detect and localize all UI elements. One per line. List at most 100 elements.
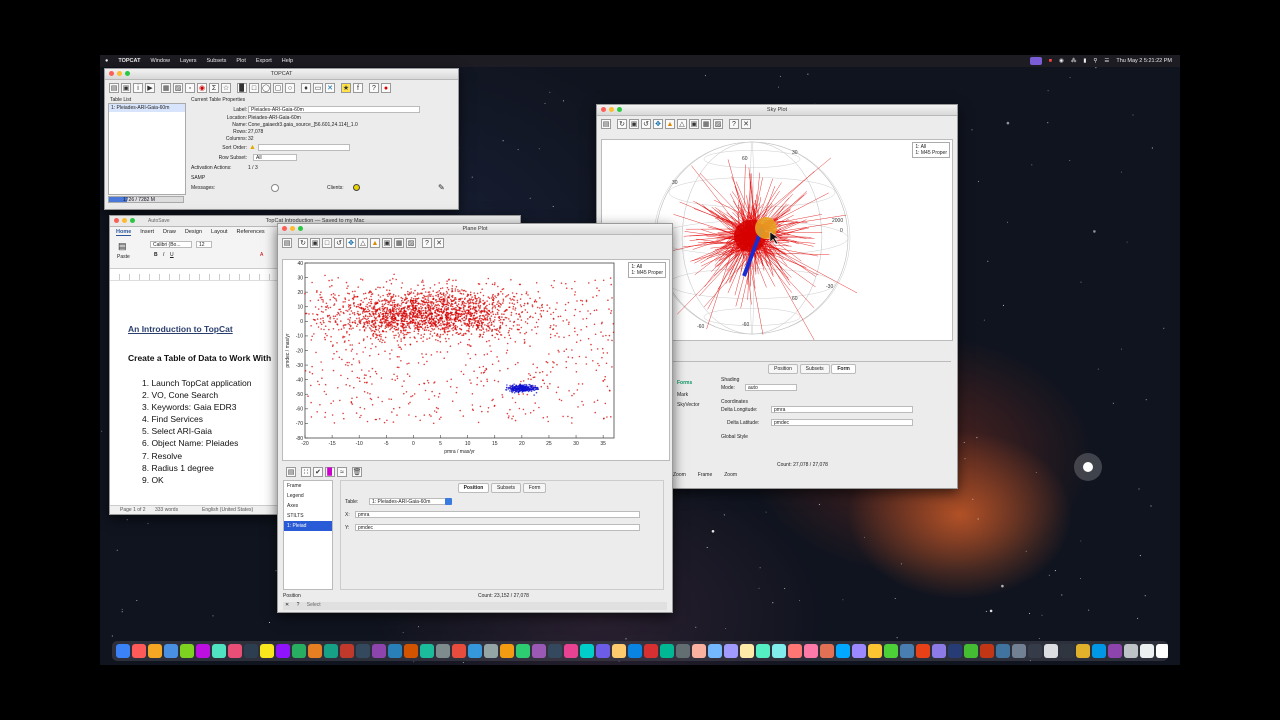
dock-app-icon[interactable] <box>1156 644 1168 658</box>
navigate-icon[interactable]: ✥ <box>346 238 356 248</box>
dock-app-icon[interactable] <box>644 644 658 658</box>
stats-icon[interactable]: Σ <box>209 83 219 93</box>
menu-subsets[interactable]: Subsets <box>202 58 232 64</box>
sort-direction-icon[interactable]: ▲ <box>249 144 256 151</box>
dock-app-icon[interactable] <box>292 644 306 658</box>
bluetooth-icon[interactable]: ⁂ <box>1071 58 1077 64</box>
italic-icon[interactable]: I <box>163 252 164 258</box>
dock-app-icon[interactable] <box>260 644 274 658</box>
dock-app-icon[interactable] <box>756 644 770 658</box>
dock-app-icon[interactable] <box>868 644 882 658</box>
dock-app-icon[interactable] <box>788 644 802 658</box>
dock-app-icon[interactable] <box>388 644 402 658</box>
menu-layers[interactable]: Layers <box>175 58 202 64</box>
search-icon[interactable]: ⚲ <box>1093 58 1097 64</box>
samp-connect-icon[interactable]: ✎ <box>438 183 445 192</box>
font-name-select[interactable]: Calibri (Bo... <box>150 241 192 248</box>
dock-app-icon[interactable] <box>916 644 930 658</box>
replot-icon[interactable]: ↻ <box>617 119 627 129</box>
dock-app-icon[interactable] <box>996 644 1010 658</box>
status-icon[interactable] <box>1029 57 1042 65</box>
dock-app-icon[interactable] <box>1028 644 1042 658</box>
dock-app-icon[interactable] <box>500 644 514 658</box>
delta-latitude-field[interactable]: pmdec <box>771 419 913 426</box>
bold-icon[interactable]: B <box>154 252 158 258</box>
dock-app-icon[interactable] <box>148 644 162 658</box>
add-scatter-icon[interactable]: ∷ <box>301 467 311 477</box>
dock-app-icon[interactable] <box>132 644 146 658</box>
layer-forms[interactable]: Forms <box>677 380 717 386</box>
dock-app-icon[interactable] <box>324 644 338 658</box>
grid-icon[interactable]: ▦ <box>701 119 711 129</box>
apple-icon[interactable]: ● <box>100 58 113 64</box>
subset-draw-icon[interactable]: △ <box>677 119 687 129</box>
dock-app-icon[interactable] <box>452 644 466 658</box>
menu-window[interactable]: Window <box>145 58 175 64</box>
table-chooser-icon[interactable] <box>445 498 452 505</box>
help-icon[interactable]: ? <box>369 83 379 93</box>
dock-app-icon[interactable] <box>516 644 530 658</box>
histogram-icon[interactable]: ▉ <box>237 83 247 93</box>
dock-app-icon[interactable] <box>180 644 194 658</box>
select-label[interactable]: Select <box>307 602 321 608</box>
concat-icon[interactable]: ▭ <box>313 83 323 93</box>
dock-app-icon[interactable] <box>1060 644 1074 658</box>
row-subset-select[interactable]: All <box>253 154 297 161</box>
add-function-icon[interactable]: ≈ <box>337 467 347 477</box>
zoom-label[interactable]: Zoom <box>724 472 737 478</box>
zoom-label[interactable]: Zoom <box>673 472 686 478</box>
table-list-item[interactable]: 1: Pleiades-ARI-Gaia-60m <box>109 104 185 112</box>
help-icon[interactable]: ? <box>729 119 739 129</box>
dock-app-icon[interactable] <box>900 644 914 658</box>
ribbon-tab-home[interactable]: Home <box>116 229 132 236</box>
dock-app-icon[interactable] <box>852 644 866 658</box>
dock-app-icon[interactable] <box>340 644 354 658</box>
layer-frame[interactable]: Frame <box>284 481 332 491</box>
axis-lock-icon[interactable]: ▣ <box>310 238 320 248</box>
dock-app-icon[interactable] <box>468 644 482 658</box>
export-icon[interactable]: ▨ <box>406 238 416 248</box>
close-icon[interactable]: ✕ <box>434 238 444 248</box>
dock-app-icon[interactable] <box>196 644 210 658</box>
dock-app-icon[interactable] <box>1092 644 1106 658</box>
dock-app-icon[interactable] <box>532 644 546 658</box>
dock-app-icon[interactable] <box>948 644 962 658</box>
plane-plot-area[interactable]: -20 -15 -10 -5 0 5 10 15 20 25 30 35 40 30 20 10 0 -10 -20… <box>282 259 670 461</box>
close-icon[interactable]: ✕ <box>325 83 335 93</box>
dock-app-icon[interactable] <box>804 644 818 658</box>
autosave-label[interactable]: AutoSave <box>148 218 170 224</box>
dock-app-icon[interactable] <box>884 644 898 658</box>
blob-icon[interactable]: ▲ <box>370 238 380 248</box>
print-icon[interactable]: ▤ <box>282 238 292 248</box>
help-icon[interactable]: ? <box>422 238 432 248</box>
sphere-plot-icon[interactable]: ○ <box>285 83 295 93</box>
dock-app-icon[interactable] <box>164 644 178 658</box>
close-icon[interactable]: ✕ <box>741 119 751 129</box>
dock-app-icon[interactable] <box>116 644 130 658</box>
replot-icon[interactable]: ↻ <box>298 238 308 248</box>
menu-app-name[interactable]: TOPCAT <box>113 58 145 64</box>
dock-app-icon[interactable] <box>740 644 754 658</box>
clock[interactable]: Thu May 2 5:21:22 PM <box>1116 58 1172 64</box>
menu-plot[interactable]: Plot <box>231 58 250 64</box>
close-icon[interactable]: ✕ <box>285 602 289 608</box>
dock-app-icon[interactable] <box>436 644 450 658</box>
ribbon-tab-insert[interactable]: Insert <box>140 229 154 236</box>
dock-app-icon[interactable] <box>820 644 834 658</box>
fit-icon[interactable]: ▣ <box>689 119 699 129</box>
broadcast-icon[interactable]: ▶ <box>145 83 155 93</box>
match-icon[interactable]: ♦ <box>301 83 311 93</box>
tab-form[interactable]: Form <box>522 483 547 493</box>
dock-app-icon[interactable] <box>964 644 978 658</box>
x-column-field[interactable]: pmra <box>355 511 640 518</box>
dock-app-icon[interactable] <box>836 644 850 658</box>
table-view-icon[interactable]: ▦ <box>161 83 171 93</box>
menu-help[interactable]: Help <box>277 58 298 64</box>
tab-position[interactable]: Position <box>457 483 490 493</box>
label-field[interactable]: Pleiades-ARI-Gaia-60m <box>248 106 420 113</box>
plane-plot-icon[interactable]: □ <box>249 83 259 93</box>
tab-form[interactable]: Form <box>831 364 856 374</box>
control-center-icon[interactable]: ☰ <box>1104 58 1109 64</box>
grid-icon[interactable]: ▦ <box>394 238 404 248</box>
ribbon-tab-layout[interactable]: Layout <box>211 229 228 236</box>
